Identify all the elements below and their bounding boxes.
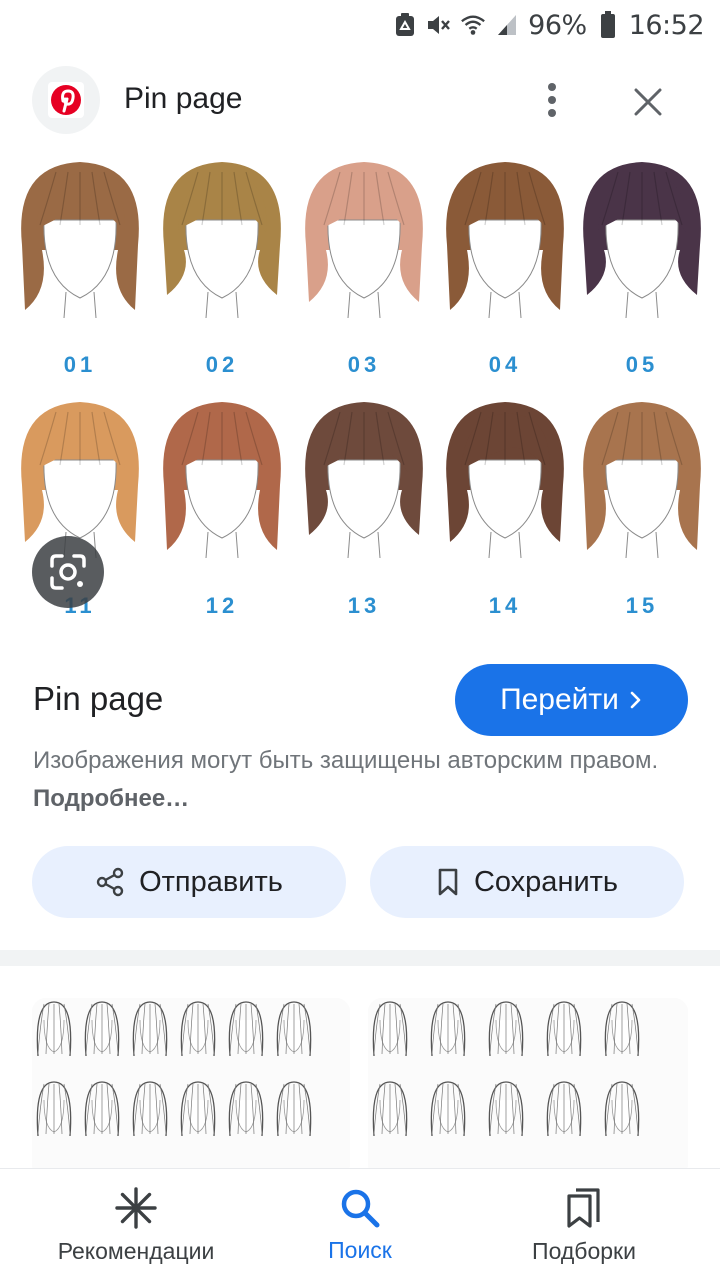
more-vert-icon bbox=[548, 83, 556, 117]
chevron-right-icon bbox=[630, 691, 641, 709]
close-icon bbox=[634, 88, 662, 116]
share-icon bbox=[96, 867, 124, 897]
hairstyle-label: 12 bbox=[206, 593, 238, 618]
signal-icon bbox=[494, 12, 520, 38]
hairstyle-label: 14 bbox=[489, 593, 521, 618]
bottom-navigation: Рекомендации Поиск Подборки bbox=[0, 1168, 720, 1280]
nav-label-discover: Рекомендации bbox=[57, 1237, 215, 1264]
clock: 16:52 bbox=[628, 9, 705, 41]
related-image-card[interactable] bbox=[368, 998, 688, 1178]
google-lens-icon bbox=[50, 554, 86, 590]
discover-asterisk-icon bbox=[115, 1186, 157, 1229]
related-images bbox=[0, 998, 720, 1178]
hairstyle-04 bbox=[446, 162, 564, 319]
copyright-notice: Изображения могут быть защищены авторски… bbox=[33, 742, 673, 818]
hairstyle-05 bbox=[583, 162, 701, 319]
thumbnail-background bbox=[368, 998, 688, 1178]
status-icons: 96% 16:52 bbox=[392, 8, 705, 42]
pinterest-icon bbox=[48, 82, 84, 118]
nav-label-search: Поиск bbox=[328, 1236, 392, 1263]
source-title: Pin page bbox=[33, 680, 164, 717]
pinterest-logo[interactable] bbox=[32, 66, 100, 134]
hairstyle-label: 03 bbox=[348, 352, 380, 377]
hairstyle-01 bbox=[21, 162, 139, 319]
hairstyle-label: 13 bbox=[348, 593, 380, 618]
recycle-icon bbox=[392, 12, 418, 38]
nav-item-collections[interactable]: Подборки bbox=[464, 1169, 704, 1280]
viewer-header: Pin page bbox=[0, 62, 720, 138]
status-bar: 96% 16:52 bbox=[0, 0, 720, 50]
close-button[interactable] bbox=[624, 78, 672, 126]
header-title: Pin page bbox=[124, 82, 243, 115]
hairstyle-13 bbox=[305, 402, 423, 559]
battery-percent: 96% bbox=[528, 9, 587, 41]
hairstyles-illustration: 01020304051112131415 bbox=[21, 162, 701, 618]
related-image-card[interactable] bbox=[32, 998, 350, 1178]
save-label: Сохранить bbox=[473, 865, 619, 898]
hairstyle-label: 15 bbox=[626, 593, 658, 618]
wifi-icon bbox=[460, 12, 486, 38]
nav-item-discover[interactable]: Рекомендации bbox=[16, 1169, 256, 1280]
hairstyle-14 bbox=[446, 402, 564, 559]
save-button[interactable]: Сохранить bbox=[370, 846, 684, 918]
hair-sketch-thumbnail bbox=[32, 998, 350, 1178]
section-divider bbox=[0, 950, 720, 966]
collections-icon bbox=[567, 1187, 600, 1228]
copyright-text: Изображения могут быть защищены авторски… bbox=[33, 747, 659, 774]
hairstyle-label: 02 bbox=[206, 352, 238, 377]
more-options-button[interactable] bbox=[530, 78, 574, 122]
battery-icon bbox=[595, 11, 621, 38]
share-button[interactable]: Отправить bbox=[32, 846, 346, 918]
hairstyle-15 bbox=[583, 402, 701, 559]
hairstyle-03 bbox=[305, 162, 423, 319]
hairstyle-label: 04 bbox=[489, 352, 521, 377]
google-lens-button[interactable] bbox=[32, 536, 104, 608]
hairstyle-11 bbox=[21, 402, 139, 559]
mute-icon bbox=[426, 12, 452, 38]
share-label: Отправить bbox=[139, 865, 283, 898]
main-image[interactable]: 01020304051112131415 bbox=[0, 150, 720, 640]
hairstyle-02 bbox=[163, 162, 281, 319]
visit-button[interactable]: Перейти bbox=[455, 664, 688, 736]
bookmark-icon bbox=[438, 868, 458, 896]
hairstyle-12 bbox=[163, 402, 281, 559]
learn-more-link[interactable]: Подробнее… bbox=[33, 785, 189, 812]
nav-label-collections: Подборки bbox=[532, 1237, 636, 1264]
search-icon bbox=[341, 1189, 380, 1227]
visit-label: Перейти bbox=[500, 683, 619, 716]
hairstyle-label: 01 bbox=[64, 352, 96, 377]
nav-item-search[interactable]: Поиск bbox=[240, 1169, 480, 1280]
hair-sketch-thumbnail bbox=[368, 998, 688, 1178]
hairstyle-label: 05 bbox=[626, 352, 658, 377]
